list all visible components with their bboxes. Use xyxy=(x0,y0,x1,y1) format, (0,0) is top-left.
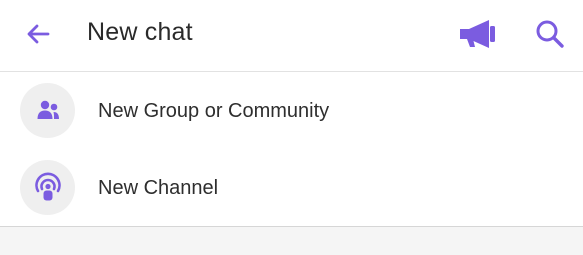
back-button[interactable] xyxy=(20,16,56,52)
new-group-or-community-item[interactable]: New Group or Community xyxy=(0,72,583,149)
broadcast-button[interactable] xyxy=(455,14,499,54)
search-icon xyxy=(536,20,564,48)
arrow-left-icon xyxy=(27,24,50,44)
app-bar: New chat xyxy=(0,0,583,72)
new-channel-item[interactable]: New Channel xyxy=(0,149,583,226)
megaphone-icon xyxy=(460,20,495,48)
channel-icon-container xyxy=(20,160,75,215)
new-group-or-community-label: New Group or Community xyxy=(98,100,330,122)
search-button[interactable] xyxy=(530,14,570,54)
new-chat-options-list: New Group or Community New Channel xyxy=(0,72,583,227)
new-channel-label: New Channel xyxy=(98,177,219,199)
group-icon xyxy=(37,100,59,119)
group-icon-container xyxy=(20,83,75,138)
list-background xyxy=(0,227,583,255)
channel-icon xyxy=(34,172,61,200)
page-title: New chat xyxy=(87,18,193,46)
